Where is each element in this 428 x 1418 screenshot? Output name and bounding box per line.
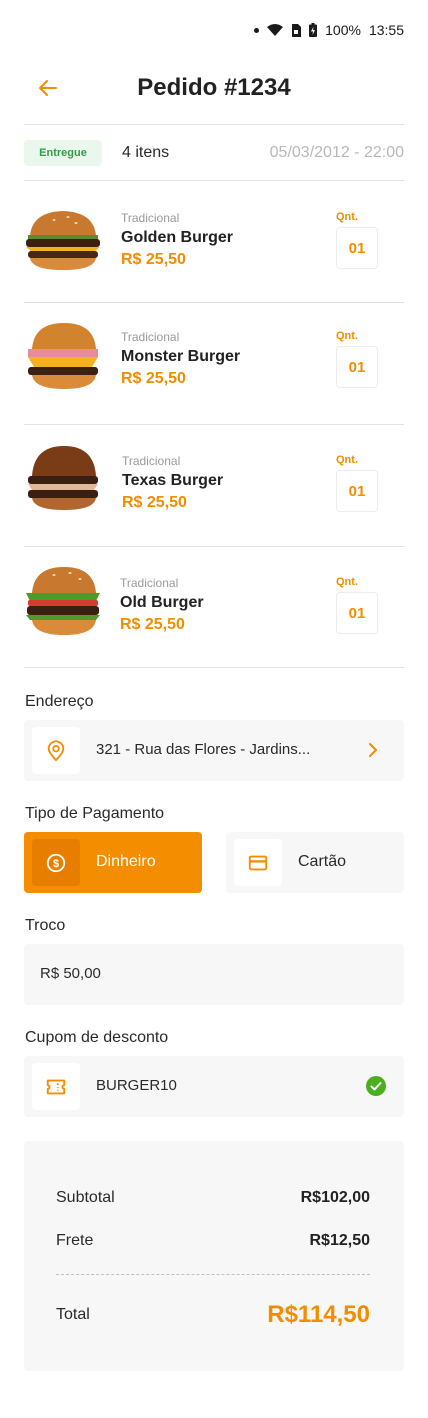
- coupon-label: Cupom de desconto: [25, 1029, 169, 1046]
- dollar-coin-icon: $: [46, 853, 66, 872]
- item-category: Tradicional: [121, 211, 180, 225]
- quantity-value: 01: [336, 470, 378, 512]
- shipping-row: Frete R$12,50: [56, 1232, 370, 1250]
- order-date: 05/03/2012 - 22:00: [269, 144, 404, 161]
- wifi-icon: [267, 24, 284, 36]
- card-icon-box: [234, 839, 282, 886]
- card-label: Cartão: [298, 853, 347, 870]
- quantity-label: Qnt.: [336, 330, 358, 342]
- list-item[interactable]: Tradicional Old Burger R$ 25,50 Qnt. 01: [24, 546, 404, 668]
- item-price: R$ 25,50: [121, 251, 186, 268]
- cash-label: Dinheiro: [96, 853, 156, 870]
- quantity-label: Qnt.: [336, 454, 358, 466]
- order-summary: Subtotal R$102,00 Frete R$12,50 Total R$…: [24, 1141, 404, 1371]
- coupon-value: BURGER10: [96, 1077, 177, 1094]
- item-name: Texas Burger: [122, 472, 224, 489]
- coupon-icon-box: [32, 1063, 80, 1110]
- burger-image: [28, 446, 98, 510]
- address-label: Endereço: [25, 693, 94, 710]
- list-item[interactable]: Tradicional Golden Burger R$ 25,50 Qnt. …: [24, 181, 404, 303]
- address-value: 321 - Rua das Flores - Jardins...: [96, 741, 311, 758]
- item-category: Tradicional: [121, 330, 180, 344]
- location-pin-icon: [47, 740, 65, 761]
- shipping-value: R$12,50: [309, 1232, 371, 1249]
- list-item[interactable]: Tradicional Monster Burger R$ 25,50 Qnt.…: [24, 300, 404, 422]
- item-price: R$ 25,50: [122, 494, 187, 511]
- total-row: Total R$114,50: [56, 1301, 370, 1329]
- change-value: R$ 50,00: [40, 965, 101, 982]
- total-label: Total: [56, 1306, 90, 1323]
- change-input[interactable]: R$ 50,00: [24, 944, 404, 1005]
- burger-image: [26, 211, 100, 270]
- chevron-right-icon[interactable]: [364, 741, 382, 759]
- notification-dot-icon: [254, 27, 260, 33]
- credit-card-icon: [248, 855, 268, 870]
- coupon-field[interactable]: BURGER10: [24, 1056, 404, 1117]
- shipping-label: Frete: [56, 1232, 94, 1249]
- item-price: R$ 25,50: [121, 370, 186, 387]
- quantity-label: Qnt.: [336, 211, 358, 223]
- items-count: 4 itens: [122, 144, 170, 161]
- check-circle-icon: [366, 1076, 386, 1096]
- page-title: Pedido #1234: [137, 74, 291, 101]
- item-category: Tradicional: [122, 454, 181, 468]
- total-value: R$114,50: [267, 1301, 370, 1328]
- item-name: Monster Burger: [121, 348, 241, 365]
- subtotal-value: R$102,00: [300, 1189, 370, 1206]
- battery-percent: 100%: [325, 22, 361, 38]
- payment-option-card[interactable]: Cartão: [226, 832, 404, 893]
- svg-text:$: $: [53, 858, 59, 870]
- quantity-value: 01: [336, 227, 378, 269]
- clock: 13:55: [368, 22, 404, 38]
- cash-icon-box: $: [32, 839, 80, 886]
- payment-option-cash[interactable]: $ Dinheiro: [24, 832, 202, 893]
- item-category: Tradicional: [120, 576, 179, 590]
- burger-image: [26, 567, 100, 635]
- address-field[interactable]: 321 - Rua das Flores - Jardins...: [24, 720, 404, 781]
- location-icon-box: [32, 727, 80, 774]
- item-name: Golden Burger: [121, 229, 234, 246]
- subtotal-label: Subtotal: [56, 1189, 115, 1206]
- burger-image: [28, 323, 98, 389]
- change-label: Troco: [25, 917, 66, 934]
- list-item[interactable]: Tradicional Texas Burger R$ 25,50 Qnt. 0…: [24, 424, 404, 546]
- battery-charging-icon: [309, 23, 318, 37]
- item-price: R$ 25,50: [120, 616, 185, 633]
- status-bar: 100% 13:55: [254, 22, 404, 38]
- sim-icon: [292, 23, 302, 37]
- divider: [24, 124, 404, 125]
- quantity-label: Qnt.: [336, 576, 358, 588]
- subtotal-row: Subtotal R$102,00: [56, 1189, 370, 1207]
- payment-label: Tipo de Pagamento: [25, 805, 165, 822]
- quantity-value: 01: [336, 346, 378, 388]
- divider: [24, 667, 404, 668]
- summary-divider: [56, 1274, 370, 1275]
- status-badge: Entregue: [24, 140, 102, 166]
- item-name: Old Burger: [120, 594, 204, 611]
- ticket-icon: [46, 1079, 66, 1094]
- quantity-value: 01: [336, 592, 378, 634]
